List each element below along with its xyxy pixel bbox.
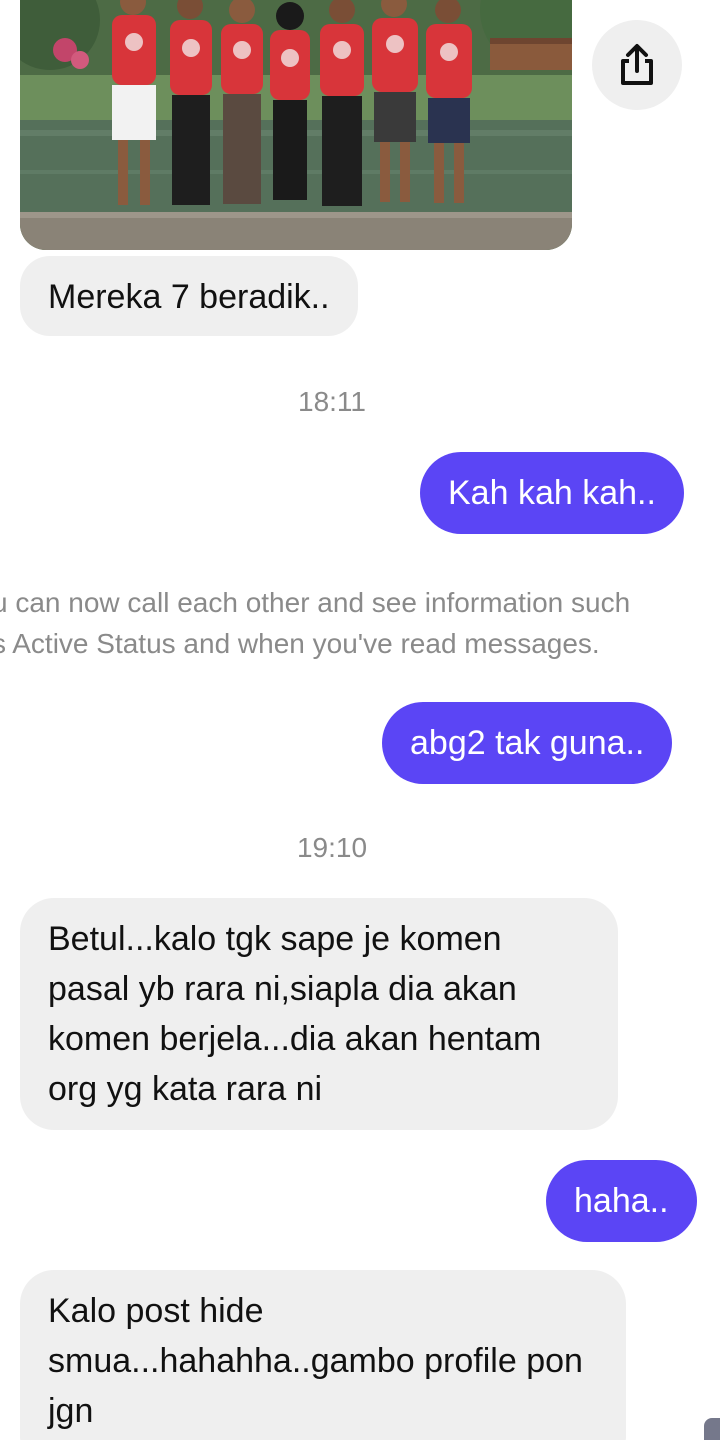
share-button[interactable] [592, 20, 682, 110]
message-timestamp: 18:11 [298, 386, 366, 417]
system-notice-line: u can now call each other and see inform… [0, 587, 631, 618]
share-icon [621, 44, 653, 85]
incoming-message[interactable]: Mereka 7 beradik.. [20, 256, 358, 336]
outgoing-message[interactable]: Kah kah kah.. [420, 452, 684, 534]
photo-message[interactable] [20, 0, 572, 250]
group-photo-image [20, 0, 572, 250]
message-timestamp: 19:10 [296, 832, 368, 863]
system-notice-line: s Active Status and when you've read mes… [0, 628, 600, 659]
system-notice: u can now call each other and see inform… [0, 582, 720, 664]
incoming-message[interactable]: Kalo post hide smua...hahahha..gambo pro… [20, 1270, 626, 1440]
incoming-message[interactable]: Betul...kalo tgk sape je komen pasal yb … [20, 898, 618, 1130]
outgoing-message[interactable]: haha.. [546, 1160, 697, 1242]
outgoing-message[interactable]: abg2 tak guna.. [382, 702, 673, 784]
chat-screen: Mereka 7 beradik.. 18:11 Kah kah kah.. u… [0, 0, 720, 1440]
corner-indicator [704, 1418, 720, 1440]
